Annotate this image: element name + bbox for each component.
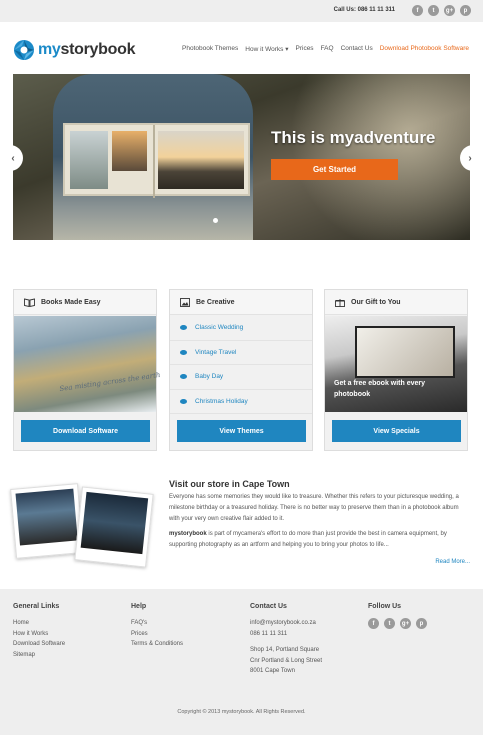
store-paragraph: Everyone has some memories they would li…: [169, 494, 459, 522]
card-header: Be Creative: [170, 290, 312, 315]
store-heading: Visit our store in Cape Town: [169, 479, 290, 489]
contact-address-line: Cnr Portland & Long Street: [250, 657, 323, 664]
picture-frame-icon: [180, 297, 190, 307]
eye-icon: [180, 325, 187, 331]
nav-how-it-works[interactable]: How it Works ▾: [245, 45, 288, 53]
store-photo: [74, 486, 154, 568]
contact-address-line: Shop 14, Portland Square: [250, 647, 320, 653]
theme-link-baby-day[interactable]: Baby Day: [170, 365, 312, 390]
hero-title: This is myadventure: [271, 128, 436, 147]
photo: [112, 131, 147, 171]
card-title: Be Creative: [196, 298, 235, 306]
footer: General Links Home How it Works Download…: [0, 589, 483, 735]
contact-phone: 086 11 11 311: [250, 630, 288, 637]
read-more-link[interactable]: Read More...: [435, 559, 470, 565]
theme-link-classic-wedding[interactable]: Classic Wedding: [170, 316, 312, 341]
footer-link-how-it-works[interactable]: How it Works: [13, 629, 65, 640]
pinterest-icon[interactable]: p: [416, 618, 427, 629]
card-header: Our Gift to You: [325, 290, 467, 315]
site-logo[interactable]: mystorybook: [13, 39, 135, 61]
contact-email-link[interactable]: info@mystorybook.co.za: [250, 618, 322, 629]
footer-heading: General Links: [13, 603, 60, 610]
footer-general-links: General Links Home How it Works Download…: [13, 603, 65, 660]
book-spine: [153, 125, 155, 198]
footer-link-download-software[interactable]: Download Software: [13, 639, 65, 650]
footer-link-home[interactable]: Home: [13, 618, 65, 629]
footer-link-prices[interactable]: Prices: [131, 629, 183, 640]
chevron-right-icon: ›: [468, 152, 472, 164]
card-our-gift: Our Gift to You Get a free ebook with ev…: [324, 289, 468, 451]
hero-light: [253, 74, 470, 240]
call-us-text: Call Us: 086 11 11 311: [333, 7, 395, 13]
eye-icon: [180, 349, 187, 355]
card-header: Books Made Easy: [14, 290, 156, 315]
photo: [158, 131, 244, 189]
google-plus-icon[interactable]: g+: [400, 618, 411, 629]
footer-heading: Contact Us: [250, 603, 287, 610]
view-specials-button[interactable]: View Specials: [332, 420, 461, 442]
pinterest-icon[interactable]: p: [460, 5, 471, 16]
card-be-creative: Be Creative Classic Wedding Vintage Trav…: [169, 289, 313, 451]
photobook-image: Sea misting across the earth: [14, 316, 161, 412]
hero-photobook-image: [63, 123, 250, 198]
footer-follow: Follow Us f t g+ p: [368, 603, 427, 629]
theme-links: Classic Wedding Vintage Travel Baby Day …: [170, 316, 312, 414]
card-books-made-easy: Books Made Easy Sea misting across the e…: [13, 289, 161, 451]
eye-icon: [180, 374, 187, 380]
gift-icon: [335, 298, 345, 307]
footer-link-terms[interactable]: Terms & Conditions: [131, 639, 183, 650]
eye-icon: [180, 398, 187, 404]
main-nav: Photobook Themes How it Works ▾ Prices F…: [182, 45, 469, 53]
google-plus-icon[interactable]: g+: [444, 5, 455, 16]
photo: [70, 131, 108, 189]
twitter-icon[interactable]: t: [428, 5, 439, 16]
footer-social-links: f t g+ p: [368, 618, 427, 629]
laptop-screen: [355, 326, 455, 378]
footer-heading: Follow Us: [368, 603, 402, 610]
nav-prices[interactable]: Prices: [296, 45, 314, 53]
aperture-logo-icon: [14, 40, 34, 60]
gift-overlay-text: Get a free ebook with every photobook: [334, 380, 426, 398]
nav-contact-us[interactable]: Contact Us: [341, 45, 373, 53]
nav-photobook-themes[interactable]: Photobook Themes: [182, 45, 238, 53]
facebook-icon[interactable]: f: [412, 5, 423, 16]
nav-faq[interactable]: FAQ: [321, 45, 334, 53]
nav-download-software[interactable]: Download Photobook Software: [380, 45, 469, 53]
footer-link-sitemap[interactable]: Sitemap: [13, 650, 65, 661]
photo: [80, 491, 149, 555]
laptop-ebook-image: Get a free ebook with every photobook: [325, 316, 467, 412]
slider-next-button[interactable]: ›: [460, 145, 480, 171]
chevron-left-icon: ‹: [11, 152, 15, 164]
card-title: Our Gift to You: [351, 298, 401, 306]
footer-contact: Contact Us info@mystorybook.co.za 086 11…: [250, 603, 322, 677]
download-software-button[interactable]: Download Software: [21, 420, 150, 442]
twitter-icon[interactable]: t: [384, 618, 395, 629]
book-cover-script: Sea misting across the earth: [58, 370, 161, 394]
theme-link-christmas-holiday[interactable]: Christmas Holiday: [170, 390, 312, 414]
brand-name: mystorybook: [38, 41, 136, 58]
photo: [15, 488, 78, 546]
copyright-text: Copyright © 2013 mystorybook. All Rights…: [177, 709, 306, 715]
hero-slider: This is myadventure Get Started: [13, 74, 470, 240]
theme-link-vintage-travel[interactable]: Vintage Travel: [170, 341, 312, 365]
store-photo: [10, 483, 84, 559]
top-social-links: f t g+ p: [412, 5, 471, 16]
get-started-button[interactable]: Get Started: [271, 159, 398, 180]
store-paragraph: mystorybook is part of mycamera's effort…: [169, 531, 447, 548]
card-title: Books Made Easy: [41, 298, 101, 306]
open-book-icon: [24, 297, 35, 307]
contact-address-line: 8001 Cape Town: [250, 668, 295, 674]
view-themes-button[interactable]: View Themes: [177, 420, 306, 442]
slider-dot[interactable]: [213, 218, 218, 223]
footer-help: Help FAQ's Prices Terms & Conditions: [131, 603, 183, 650]
facebook-icon[interactable]: f: [368, 618, 379, 629]
footer-heading: Help: [131, 603, 147, 610]
footer-link-faqs[interactable]: FAQ's: [131, 618, 183, 629]
top-bar: Call Us: 086 11 11 311 f t g+ p: [0, 0, 483, 22]
